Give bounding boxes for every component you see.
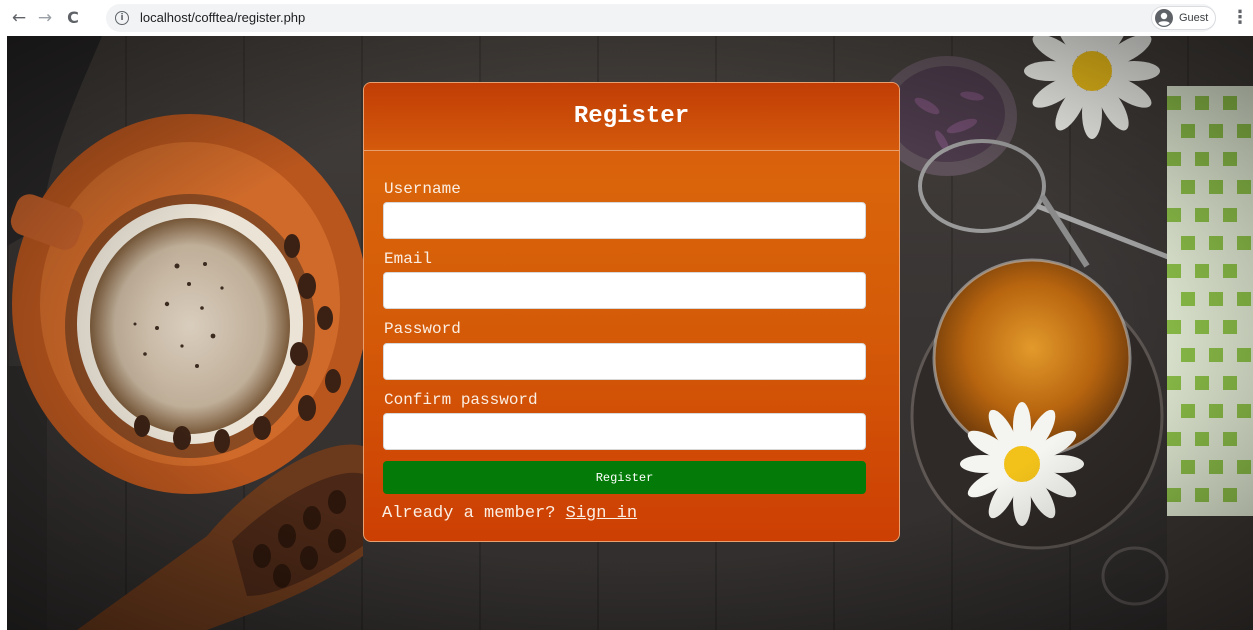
- password-label: Password: [384, 320, 461, 338]
- more-vert-icon[interactable]: ⋮: [1231, 7, 1249, 29]
- signin-prompt-text: Already a member?: [382, 504, 566, 523]
- forward-arrow-icon[interactable]: →: [34, 7, 56, 29]
- browser-toolbar: ← → C i localhost/cofftea/register.php G…: [0, 0, 1253, 36]
- username-input[interactable]: [383, 202, 866, 239]
- url-text[interactable]: localhost/cofftea/register.php: [140, 4, 305, 32]
- address-bar[interactable]: i localhost/cofftea/register.php: [106, 4, 1216, 32]
- back-arrow-icon[interactable]: ←: [8, 7, 30, 29]
- register-form: Register Username Email Password Confirm…: [363, 82, 900, 542]
- signin-link[interactable]: Sign in: [566, 504, 637, 523]
- page-background: Register Username Email Password Confirm…: [7, 36, 1253, 630]
- confirm-password-input[interactable]: [383, 413, 866, 450]
- signin-prompt: Already a member? Sign in: [382, 503, 637, 525]
- username-label: Username: [384, 180, 461, 198]
- profile-label: Guest: [1179, 12, 1209, 24]
- email-input[interactable]: [383, 272, 866, 309]
- info-icon[interactable]: i: [115, 11, 129, 25]
- card-header: Register: [364, 83, 899, 151]
- reload-icon[interactable]: C: [62, 7, 84, 29]
- register-button[interactable]: Register: [383, 461, 866, 494]
- confirm-password-label: Confirm password: [384, 391, 538, 409]
- password-input[interactable]: [383, 343, 866, 380]
- account-circle-icon: [1155, 9, 1173, 27]
- profile-button[interactable]: Guest: [1151, 6, 1216, 30]
- email-label: Email: [384, 250, 433, 268]
- page-title: Register: [573, 103, 690, 130]
